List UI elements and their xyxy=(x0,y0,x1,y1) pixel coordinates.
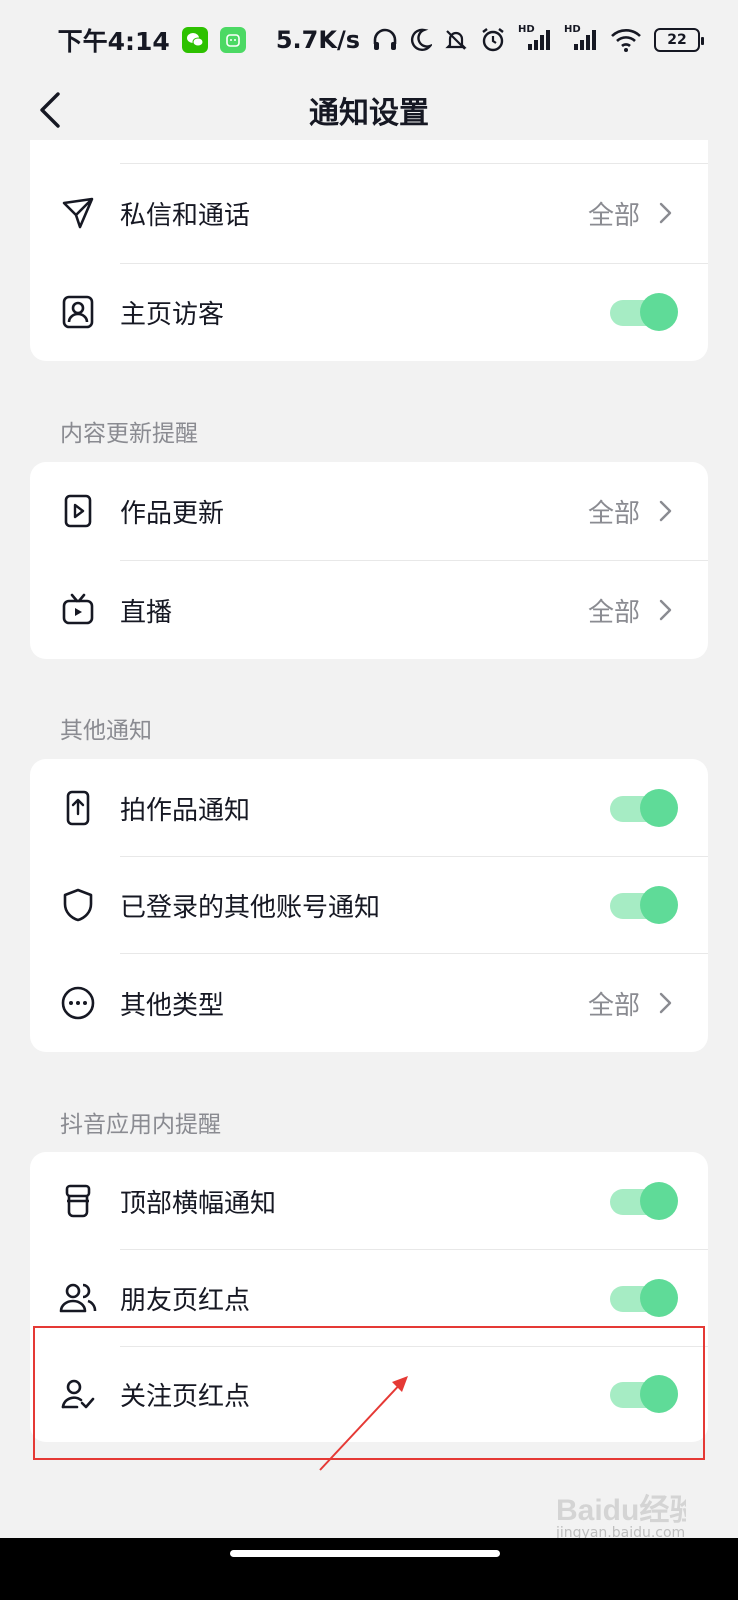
wechat-icon xyxy=(181,27,208,53)
card-messages: 私信和通话 全部 主页访客 xyxy=(30,140,708,361)
chevron-right-icon xyxy=(654,992,676,1014)
card-other-notifications: 拍作品通知 已登录的其他账号通知 其他类型 全部 xyxy=(30,759,708,1052)
person-frame-icon xyxy=(58,292,98,332)
row-label: 拍作品通知 xyxy=(120,795,251,826)
play-document-icon xyxy=(58,491,98,531)
battery-icon: 22 xyxy=(654,28,704,52)
row-homepage-visitors: 主页访客 xyxy=(30,263,708,361)
row-label: 作品更新 xyxy=(120,498,225,529)
row-live[interactable]: 直播 全部 xyxy=(30,561,708,659)
toggle-switch[interactable] xyxy=(610,293,678,331)
toggle-switch[interactable] xyxy=(610,886,678,924)
headphones-icon xyxy=(372,28,398,52)
chevron-right-icon xyxy=(654,500,676,522)
toggle-switch[interactable] xyxy=(610,789,678,827)
row-top-banner: 顶部横幅通知 xyxy=(30,1152,708,1250)
highlight-box xyxy=(33,1326,705,1460)
row-label: 私信和通话 xyxy=(120,200,251,231)
alarm-icon xyxy=(480,27,506,53)
row-label: 已登录的其他账号通知 xyxy=(120,892,381,923)
shield-icon xyxy=(58,885,98,925)
toggle-knob xyxy=(640,1279,678,1317)
toggle-knob xyxy=(640,789,678,827)
back-button[interactable] xyxy=(28,88,72,132)
page-title: 通知设置 xyxy=(309,96,429,131)
row-value: 全部 xyxy=(587,597,640,628)
row-private-messages[interactable]: 私信和通话 全部 xyxy=(30,164,708,262)
toggle-knob xyxy=(640,1182,678,1220)
hd-label-2: HD xyxy=(564,24,581,35)
status-bar: 下午4:14 5.7K/s HD HD 22 xyxy=(0,0,738,80)
network-speed: 5.7K/s xyxy=(275,26,360,54)
toggle-knob xyxy=(640,886,678,924)
title-bar: 通知设置 xyxy=(0,80,738,140)
wifi-icon xyxy=(610,28,642,52)
navigation-bar xyxy=(0,1538,738,1600)
bell-off-icon xyxy=(444,28,468,52)
row-label: 主页访客 xyxy=(120,299,225,330)
signal-icon-2: HD xyxy=(564,24,598,52)
toggle-switch[interactable] xyxy=(610,1182,678,1220)
row-label: 朋友页红点 xyxy=(120,1285,251,1316)
baidu-watermark-logo: Baidu经验 xyxy=(556,1493,686,1527)
moon-icon xyxy=(410,28,432,52)
row-works-update[interactable]: 作品更新 全部 xyxy=(30,462,708,560)
row-other-accounts: 已登录的其他账号通知 xyxy=(30,856,708,954)
status-time: 下午4:14 xyxy=(57,27,170,56)
watermark-logo-text: Baidu经验 xyxy=(556,1493,686,1527)
section-label: 抖音应用内提醒 xyxy=(60,1112,221,1138)
more-circle-icon xyxy=(58,983,98,1023)
card-content-updates: 作品更新 全部 直播 全部 xyxy=(30,462,708,659)
row-value: 全部 xyxy=(587,200,640,231)
row-label: 其他类型 xyxy=(120,990,225,1021)
row-value: 全部 xyxy=(587,990,640,1021)
row-label: 顶部横幅通知 xyxy=(120,1188,277,1219)
phone-upload-icon xyxy=(58,788,98,828)
tv-icon xyxy=(58,590,98,630)
chevron-right-icon xyxy=(654,599,676,621)
home-indicator[interactable] xyxy=(230,1550,500,1557)
friends-icon xyxy=(58,1278,98,1318)
paper-plane-icon xyxy=(58,193,98,233)
chevron-right-icon xyxy=(654,202,676,224)
banner-icon xyxy=(58,1181,98,1221)
row-value: 全部 xyxy=(587,498,640,529)
signal-icon: HD xyxy=(518,24,552,52)
row-shoot-notification: 拍作品通知 xyxy=(30,759,708,857)
app-notification-icon xyxy=(219,27,246,53)
toggle-switch[interactable] xyxy=(610,1279,678,1317)
hd-label: HD xyxy=(518,24,535,35)
section-label: 内容更新提醒 xyxy=(60,421,198,447)
chevron-left-icon xyxy=(40,92,60,128)
row-other-types[interactable]: 其他类型 全部 xyxy=(30,954,708,1052)
toggle-knob xyxy=(640,293,678,331)
row-label: 直播 xyxy=(120,597,173,628)
section-label: 其他通知 xyxy=(60,718,152,744)
